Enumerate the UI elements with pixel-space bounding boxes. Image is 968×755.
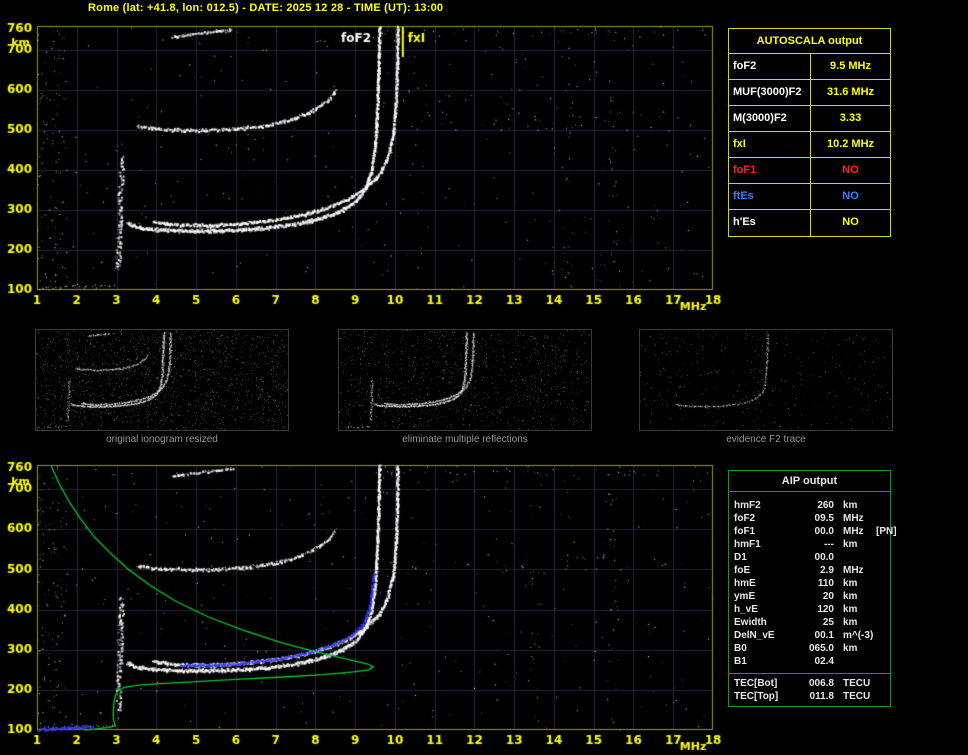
aip-value: 09.5 — [814, 513, 834, 524]
aip-row-b0: B0 065.0 km — [734, 642, 890, 655]
table-row-muf3000f2: MUF(3000)F2 31.6 MHz — [729, 80, 890, 106]
aip-output-table: AIP output hmF2 260 km foF2 09.5 MHz foF1 00.… — [728, 470, 897, 707]
aip-label: hmE — [734, 578, 756, 589]
fof2-label: foF2 — [729, 54, 811, 79]
thumbnail-caption-original: original ionogram resized — [106, 434, 218, 445]
aip-value: 02.4 — [814, 656, 834, 667]
fof1-label: foF1 — [729, 158, 811, 183]
fof2-value: 9.5 MHz — [830, 60, 871, 72]
aip-unit: km — [843, 643, 858, 654]
aip-tec-section: TEC[Bot] 006.8 TECU TEC[Top] 011.8 TECU — [729, 673, 890, 706]
aip-row-tec-bot: TEC[Bot] 006.8 TECU — [734, 677, 890, 690]
autoscala-window: { "header": { "title": "Rome (lat: +41.8… — [0, 0, 968, 755]
muf3000f2-value: 31.6 MHz — [826, 86, 875, 98]
thumbnail-f2-trace-evidence — [639, 329, 893, 431]
aip-row-hmf1: hmF1 --- km — [734, 538, 890, 551]
top-ionogram-plot — [0, 18, 724, 318]
table-row-ftes: ftEs NO — [729, 184, 890, 210]
aip-unit: km — [843, 578, 858, 589]
aip-unit: MHz — [843, 513, 864, 524]
aip-row-b1: B1 02.4 — [734, 655, 890, 668]
aip-unit: km — [843, 539, 858, 550]
table-row-fxi: fxI 10.2 MHz — [729, 132, 890, 158]
aip-label: DelN_vE — [734, 630, 775, 641]
aip-label: TEC[Top] — [734, 691, 779, 702]
aip-value: 006.8 — [808, 678, 834, 689]
aip-value: 2.9 — [820, 565, 834, 576]
aip-value: 011.8 — [809, 691, 834, 702]
thumbnail-caption-reflections: eliminate multiple reflections — [402, 434, 528, 445]
aip-row-tec-top: TEC[Top] 011.8 TECU — [734, 690, 890, 703]
aip-label: ymE — [734, 591, 756, 602]
thumbnail-multiple-reflections-removed — [338, 329, 592, 431]
aip-value: 25 — [822, 617, 834, 628]
aip-label: D1 — [734, 552, 747, 563]
aip-label: Ewidth — [734, 617, 767, 628]
aip-label: foE — [734, 565, 751, 576]
aip-unit: MHz — [843, 526, 864, 537]
aip-row-hve: h_vE 120 km — [734, 603, 890, 616]
ftes-label: ftEs — [729, 184, 811, 209]
aip-label: TEC[Bot] — [734, 678, 778, 689]
aip-row-fof1: foF1 00.0 MHz [PN] — [734, 525, 897, 538]
m3000f2-label: M(3000)F2 — [729, 106, 811, 131]
autoscala-table-title: AUTOSCALA output — [729, 29, 890, 54]
m3000f2-value: 3.33 — [839, 112, 862, 124]
aip-row-hmf2: hmF2 260 km — [734, 499, 890, 512]
muf3000f2-label: MUF(3000)F2 — [729, 80, 811, 105]
aip-label: hmF1 — [734, 539, 761, 550]
table-row-fof2: foF2 9.5 MHz — [729, 54, 890, 80]
aip-unit: TECU — [843, 691, 871, 702]
autoscala-output-table: AUTOSCALA output foF2 9.5 MHz MUF(3000)F… — [728, 28, 891, 237]
aip-label: foF2 — [734, 513, 756, 524]
aip-value: 065.0 — [808, 643, 834, 654]
aip-value: 260 — [817, 500, 834, 511]
fxi-value: 10.2 MHz — [826, 138, 875, 150]
table-row-m3000f2: M(3000)F2 3.33 — [729, 106, 890, 132]
hpes-value: NO — [842, 216, 859, 228]
aip-value: --- — [824, 539, 834, 550]
header-title: Rome (lat: +41.8, lon: 012.5) - DATE: 20… — [88, 2, 444, 14]
table-row-fof1: foF1 NO — [729, 158, 890, 184]
aip-unit: km — [843, 500, 858, 511]
fxi-label: fxI — [729, 132, 811, 157]
aip-value: 00.1 — [814, 630, 834, 641]
aip-value: 120 — [817, 604, 834, 615]
thumbnail-caption-f2-trace: evidence F2 trace — [726, 434, 806, 445]
aip-row-hme: hmE 110 km — [734, 577, 890, 590]
aip-value: 00.0 — [814, 526, 834, 537]
aip-table-title: AIP output — [729, 471, 890, 492]
aip-label: foF1 — [734, 526, 756, 537]
aip-row-ewidth: Ewidth 25 km — [734, 616, 890, 629]
aip-label: h_vE — [734, 604, 758, 615]
aip-unit: km — [843, 604, 858, 615]
aip-row-fof2: foF2 09.5 MHz — [734, 512, 890, 525]
bottom-ionogram-profile-plot — [0, 457, 724, 755]
aip-row-d1: D1 00.0 — [734, 551, 890, 564]
thumbnail-original-ionogram — [35, 329, 289, 431]
aip-table-body: hmF2 260 km foF2 09.5 MHz foF1 00.0 MHz [PN] hm… — [729, 492, 897, 673]
ftes-value: NO — [842, 190, 859, 202]
aip-row-foe: foE 2.9 MHz — [734, 564, 890, 577]
aip-row-delnve: DelN_vE 00.1 m^(-3) — [734, 629, 890, 642]
aip-unit: m^(-3) — [843, 630, 874, 641]
aip-unit: TECU — [843, 678, 871, 689]
aip-value: 20 — [822, 591, 834, 602]
aip-value: 00.0 — [814, 552, 834, 563]
aip-label: hmF2 — [734, 500, 761, 511]
aip-value: 110 — [817, 578, 834, 589]
aip-note: [PN] — [876, 526, 897, 537]
aip-unit: km — [843, 591, 858, 602]
fof1-value: NO — [842, 164, 859, 176]
hpes-label: h'Es — [729, 210, 811, 236]
aip-label: B1 — [734, 656, 747, 667]
aip-row-yme: ymE 20 km — [734, 590, 890, 603]
aip-label: B0 — [734, 643, 747, 654]
aip-unit: MHz — [843, 565, 864, 576]
aip-unit: km — [843, 617, 858, 628]
table-row-hpes: h'Es NO — [729, 210, 890, 236]
